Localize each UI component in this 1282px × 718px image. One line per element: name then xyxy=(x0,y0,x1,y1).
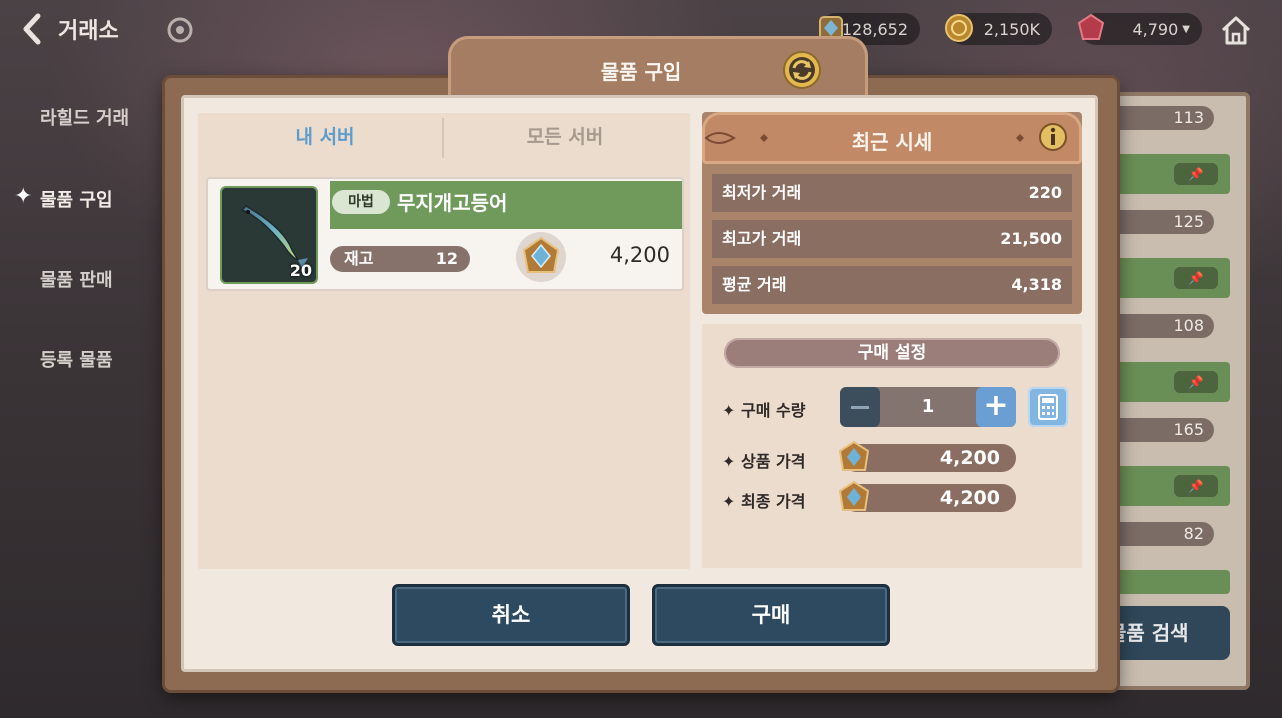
final-price-value: 4,200 xyxy=(939,487,1000,509)
calculator-icon xyxy=(1038,394,1058,420)
stat-value: 4,318 xyxy=(1011,275,1062,294)
currency-value: 4,790 xyxy=(1132,19,1179,39)
recent-prices-title: 최근 시세 xyxy=(851,130,933,154)
quantity-label: ✦ 구매 수량 xyxy=(722,401,806,420)
purchase-settings-title: 구매 설정 xyxy=(857,343,927,363)
currency-gold[interactable]: 2,150K xyxy=(945,13,1052,45)
stock-value: 12 xyxy=(435,249,458,268)
red-gem-icon xyxy=(1077,13,1105,40)
stock-label: 재고 xyxy=(344,249,374,268)
list-count: 108 xyxy=(1114,314,1214,338)
sidebar-item-lahild-trade[interactable]: 라힐드 거래 xyxy=(40,104,129,130)
list-item[interactable] xyxy=(1114,570,1230,594)
list-count: 165 xyxy=(1114,418,1214,442)
quantity-value[interactable]: 1 xyxy=(880,387,976,427)
refresh-icon[interactable] xyxy=(782,50,822,90)
list-item[interactable]: 📌 xyxy=(1114,466,1230,506)
pin-icon[interactable]: 📌 xyxy=(1174,371,1218,393)
calculator-button[interactable] xyxy=(1028,387,1068,427)
list-count: 125 xyxy=(1114,210,1214,234)
tab-my-server[interactable]: 내 서버 xyxy=(203,114,447,158)
stat-row-highest: 최고가 거래 21,500 xyxy=(712,220,1072,258)
page-title: 거래소 xyxy=(58,19,119,44)
decrease-button[interactable] xyxy=(840,387,880,427)
increase-button[interactable]: + xyxy=(976,387,1016,427)
search-items-button[interactable]: 물품 검색 xyxy=(1100,606,1230,660)
modal-title: 물품 구입 xyxy=(600,60,682,84)
stock-bar: 재고 12 xyxy=(330,246,470,272)
settings-tool-icon[interactable] xyxy=(166,16,194,44)
back-button[interactable]: 거래소 xyxy=(18,12,119,46)
item-name: 무지개고등어 xyxy=(397,191,508,215)
stat-label: 평균 거래 xyxy=(722,275,787,294)
quantity-stepper: 1 + xyxy=(840,387,1016,427)
stat-label: 최고가 거래 xyxy=(722,229,802,248)
list-item[interactable]: 📌 xyxy=(1114,258,1230,298)
stat-row-average: 평균 거래 4,318 xyxy=(712,266,1072,304)
cancel-button[interactable]: 취소 xyxy=(392,584,630,646)
stat-label: 최저가 거래 xyxy=(722,183,802,202)
crystal-coin-icon xyxy=(838,480,870,511)
final-price-bar: 4,200 xyxy=(838,480,1016,512)
item-thumbnail: 20 xyxy=(220,186,318,284)
item-price-label: ✦ 상품 가격 xyxy=(722,452,806,471)
home-icon[interactable] xyxy=(1218,12,1254,48)
pin-icon[interactable]: 📌 xyxy=(1174,475,1218,497)
item-price-bar: 4,200 xyxy=(838,440,1016,472)
list-count: 113 xyxy=(1114,106,1214,130)
buy-button[interactable]: 구매 xyxy=(652,584,890,646)
final-price-label: ✦ 최종 가격 xyxy=(722,492,806,511)
sidebar-item-registered[interactable]: 등록 물품 xyxy=(40,346,113,372)
currency-value: 2,150K xyxy=(983,19,1040,39)
crystal-coin-icon xyxy=(838,440,870,471)
item-quantity: 20 xyxy=(289,261,312,280)
tab-all-servers[interactable]: 모든 서버 xyxy=(443,114,687,158)
item-price: 4,200 xyxy=(609,243,670,267)
currency-red-gem[interactable]: 4,790 ▼ xyxy=(1077,13,1202,45)
active-star-icon: ✦ xyxy=(14,184,33,209)
stat-value: 21,500 xyxy=(1000,229,1062,248)
crystal-coin-icon xyxy=(516,232,566,282)
item-price-value: 4,200 xyxy=(939,447,1000,469)
pin-icon[interactable]: 📌 xyxy=(1174,163,1218,185)
list-count: 82 xyxy=(1114,522,1214,546)
stat-row-lowest: 최저가 거래 220 xyxy=(712,174,1072,212)
chevron-left-icon xyxy=(23,13,41,45)
info-icon[interactable] xyxy=(1038,122,1068,152)
item-grade-badge: 마법 xyxy=(332,190,390,214)
background-item-list: 113 📌 125 📌 108 📌 165 📌 82 xyxy=(1110,92,1250,690)
stat-value: 220 xyxy=(1028,183,1062,202)
sidebar-item-label: 물품 구입 xyxy=(40,190,113,211)
pin-icon[interactable]: 📌 xyxy=(1174,267,1218,289)
sidebar-item-buy[interactable]: 물품 구입 xyxy=(40,186,113,212)
list-item[interactable]: 📌 xyxy=(1114,362,1230,402)
sidebar-item-sell[interactable]: 물품 판매 xyxy=(40,266,113,292)
list-item[interactable]: 📌 xyxy=(1114,154,1230,194)
gold-coin-icon xyxy=(945,14,973,42)
dropdown-caret-icon: ▼ xyxy=(1182,23,1190,35)
